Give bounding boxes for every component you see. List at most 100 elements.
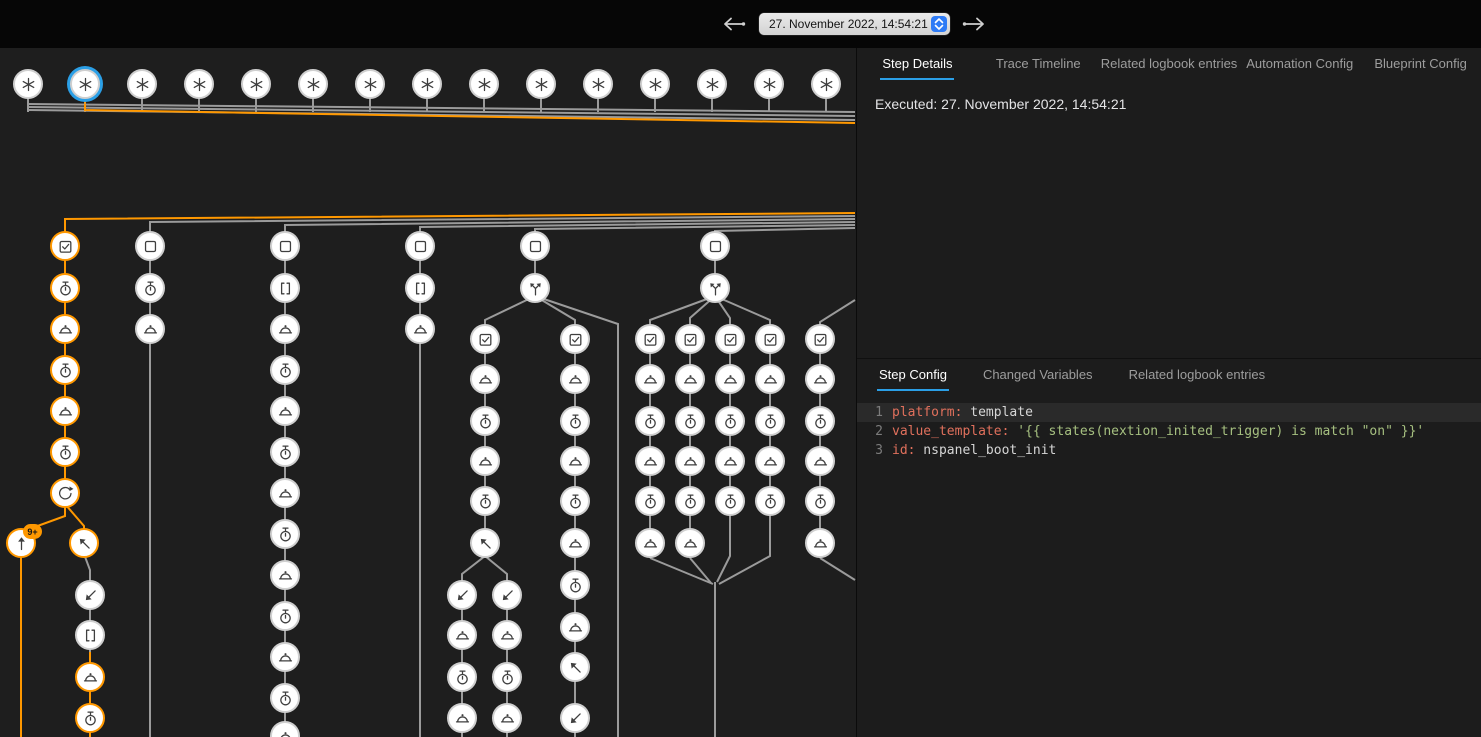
node-service-icon[interactable] xyxy=(635,364,665,394)
node-timer-icon[interactable] xyxy=(675,486,705,516)
node-timer-icon[interactable] xyxy=(635,486,665,516)
node-timer-icon[interactable] xyxy=(135,273,165,303)
node-condition-icon[interactable] xyxy=(805,324,835,354)
node-service-icon[interactable] xyxy=(492,703,522,733)
node-repeat-icon[interactable] xyxy=(50,478,80,508)
node-arrow-up-icon[interactable]: 9+ xyxy=(6,528,36,558)
node-timer-icon[interactable] xyxy=(560,486,590,516)
node-condition-icon[interactable] xyxy=(715,324,745,354)
node-timer-icon[interactable] xyxy=(492,662,522,692)
node-service-icon[interactable] xyxy=(560,446,590,476)
node-brackets-icon[interactable] xyxy=(75,620,105,650)
node-timer-icon[interactable] xyxy=(635,406,665,436)
node-service-icon[interactable] xyxy=(405,314,435,344)
tab-blueprint-config[interactable]: Blueprint Config xyxy=(1360,48,1481,80)
node-service-icon[interactable] xyxy=(447,620,477,650)
node-trigger-icon[interactable] xyxy=(754,69,784,99)
node-arrow-down-left-icon[interactable] xyxy=(75,580,105,610)
tab-related-logbook-entries[interactable]: Related logbook entries xyxy=(1099,48,1240,80)
tab-step-config[interactable]: Step Config xyxy=(877,359,949,391)
node-arrow-down-left-icon[interactable] xyxy=(560,703,590,733)
node-service-icon[interactable] xyxy=(270,642,300,672)
node-timer-icon[interactable] xyxy=(715,406,745,436)
node-timer-icon[interactable] xyxy=(50,437,80,467)
node-service-icon[interactable] xyxy=(805,364,835,394)
node-service-icon[interactable] xyxy=(75,662,105,692)
node-service-icon[interactable] xyxy=(805,528,835,558)
node-timer-icon[interactable] xyxy=(75,703,105,733)
node-service-icon[interactable] xyxy=(492,620,522,650)
node-timer-icon[interactable] xyxy=(50,355,80,385)
node-timer-icon[interactable] xyxy=(470,486,500,516)
node-service-icon[interactable] xyxy=(675,528,705,558)
node-service-icon[interactable] xyxy=(135,314,165,344)
node-square-icon[interactable] xyxy=(135,231,165,261)
node-service-icon[interactable] xyxy=(635,446,665,476)
node-timer-icon[interactable] xyxy=(715,486,745,516)
node-decision-icon[interactable] xyxy=(520,273,550,303)
node-condition-icon[interactable] xyxy=(470,324,500,354)
node-arrow-up-left-icon[interactable] xyxy=(470,528,500,558)
node-timer-icon[interactable] xyxy=(755,406,785,436)
node-decision-icon[interactable] xyxy=(700,273,730,303)
node-timer-icon[interactable] xyxy=(50,273,80,303)
tab-automation-config[interactable]: Automation Config xyxy=(1239,48,1360,80)
node-service-icon[interactable] xyxy=(50,396,80,426)
step-config-code[interactable]: 1platform: template2value_template: '{{ … xyxy=(857,403,1481,460)
node-service-icon[interactable] xyxy=(715,364,745,394)
node-square-icon[interactable] xyxy=(520,231,550,261)
node-condition-icon[interactable] xyxy=(675,324,705,354)
node-timer-icon[interactable] xyxy=(270,519,300,549)
node-timer-icon[interactable] xyxy=(560,570,590,600)
next-run-button[interactable] xyxy=(962,16,988,32)
node-service-icon[interactable] xyxy=(635,528,665,558)
node-condition-icon[interactable] xyxy=(755,324,785,354)
node-condition-icon[interactable] xyxy=(560,324,590,354)
node-timer-icon[interactable] xyxy=(447,662,477,692)
node-timer-icon[interactable] xyxy=(805,486,835,516)
node-service-icon[interactable] xyxy=(447,703,477,733)
node-service-icon[interactable] xyxy=(270,560,300,590)
node-arrow-down-left-icon[interactable] xyxy=(492,580,522,610)
node-trigger-icon[interactable] xyxy=(355,69,385,99)
node-trigger-icon[interactable] xyxy=(697,69,727,99)
node-service-icon[interactable] xyxy=(270,478,300,508)
node-service-icon[interactable] xyxy=(270,396,300,426)
node-square-icon[interactable] xyxy=(270,231,300,261)
node-arrow-up-left-icon[interactable] xyxy=(69,528,99,558)
node-service-icon[interactable] xyxy=(715,446,745,476)
tab-related-logbook-entries[interactable]: Related logbook entries xyxy=(1127,359,1268,391)
node-trigger-icon[interactable] xyxy=(127,69,157,99)
node-service-icon[interactable] xyxy=(755,446,785,476)
node-service-icon[interactable] xyxy=(470,446,500,476)
node-timer-icon[interactable] xyxy=(270,355,300,385)
node-brackets-icon[interactable] xyxy=(270,273,300,303)
node-trigger-icon[interactable] xyxy=(469,69,499,99)
node-service-icon[interactable] xyxy=(50,314,80,344)
node-service-icon[interactable] xyxy=(270,314,300,344)
node-service-icon[interactable] xyxy=(560,364,590,394)
node-service-icon[interactable] xyxy=(675,446,705,476)
node-condition-icon[interactable] xyxy=(50,231,80,261)
node-timer-icon[interactable] xyxy=(805,406,835,436)
tab-changed-variables[interactable]: Changed Variables xyxy=(981,359,1095,391)
node-service-icon[interactable] xyxy=(755,364,785,394)
node-timer-icon[interactable] xyxy=(560,406,590,436)
node-timer-icon[interactable] xyxy=(675,406,705,436)
node-timer-icon[interactable] xyxy=(755,486,785,516)
node-trigger-icon[interactable] xyxy=(526,69,556,99)
node-service-icon[interactable] xyxy=(805,446,835,476)
node-trigger-icon[interactable] xyxy=(13,69,43,99)
node-trigger-icon[interactable] xyxy=(241,69,271,99)
node-service-icon[interactable] xyxy=(560,528,590,558)
node-trigger-icon[interactable] xyxy=(70,69,100,99)
node-arrow-up-left-icon[interactable] xyxy=(560,652,590,682)
node-condition-icon[interactable] xyxy=(635,324,665,354)
node-timer-icon[interactable] xyxy=(270,437,300,467)
node-square-icon[interactable] xyxy=(700,231,730,261)
tab-step-details[interactable]: Step Details xyxy=(857,48,978,80)
node-service-icon[interactable] xyxy=(560,612,590,642)
previous-run-button[interactable] xyxy=(720,16,746,32)
tab-trace-timeline[interactable]: Trace Timeline xyxy=(978,48,1099,80)
node-timer-icon[interactable] xyxy=(270,601,300,631)
